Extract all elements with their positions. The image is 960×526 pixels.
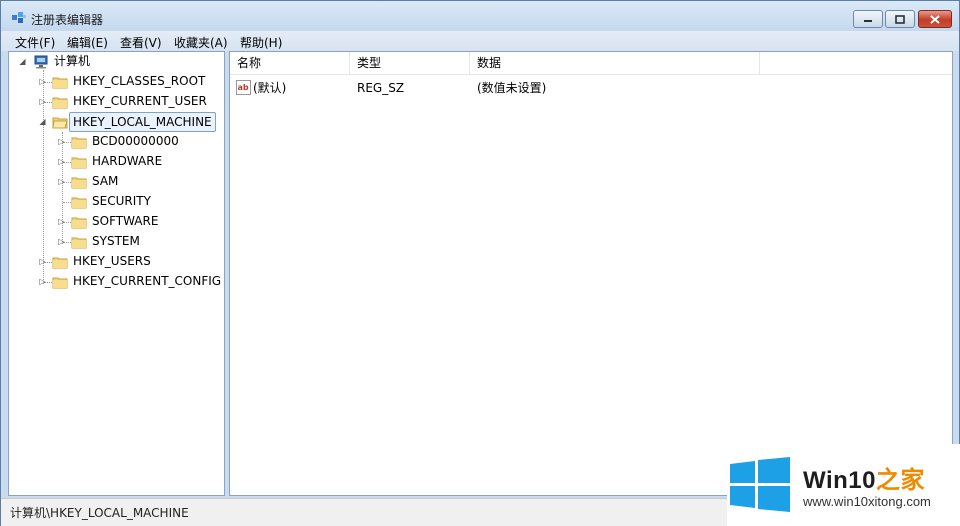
string-value-icon: ab — [236, 80, 251, 95]
expand-arrow-icon[interactable]: ▷ — [38, 92, 47, 112]
value-name-cell[interactable]: (默认) — [253, 80, 286, 96]
maximize-button[interactable] — [885, 10, 915, 28]
tree-node-label-selected: HKEY_LOCAL_MACHINE — [69, 112, 216, 132]
menu-help[interactable]: 帮助(H) — [240, 34, 282, 51]
menu-edit[interactable]: 编辑(E) — [67, 34, 108, 51]
tree-node-label: HKEY_CURRENT_USER — [73, 94, 207, 108]
title-bar[interactable]: 注册表编辑器 — [1, 1, 959, 31]
tree-node-label: HKEY_CURRENT_CONFIG — [73, 274, 222, 288]
expand-arrow-icon[interactable]: ▷ — [38, 252, 47, 272]
svg-text:ab: ab — [238, 83, 249, 92]
registry-app-icon — [12, 12, 26, 23]
minimize-icon — [864, 20, 872, 22]
folder-icon — [71, 137, 87, 149]
expand-arrow-icon[interactable]: ▷ — [57, 212, 66, 232]
expand-arrow-icon[interactable]: ▷ — [57, 152, 66, 172]
column-header-type[interactable]: 类型 — [350, 52, 470, 74]
menu-favorites[interactable]: 收藏夹(A) — [174, 34, 228, 51]
folder-open-icon — [52, 117, 68, 129]
menu-file[interactable]: 文件(F) — [15, 34, 55, 51]
status-path: 计算机\HKEY_LOCAL_MACHINE — [10, 506, 189, 520]
tree-node-label: 计算机 — [54, 54, 91, 68]
minimize-button[interactable] — [853, 10, 883, 28]
tree-node-label: SAM — [92, 174, 119, 188]
menu-bar: 文件(F) 编辑(E) 查看(V) 收藏夹(A) 帮助(H) — [1, 31, 959, 51]
watermark-brand: Win10之家 — [803, 460, 925, 495]
value-type-cell: REG_SZ — [357, 81, 405, 95]
tree-node-label: HKEY_CLASSES_ROOT — [73, 74, 206, 88]
tree-node-computer[interactable]: ◢ 计算机 — [9, 52, 224, 72]
tree-node-hkey-classes-root[interactable]: ▷ HKEY_CLASSES_ROOT — [9, 72, 224, 92]
folder-icon — [52, 97, 68, 109]
tree-node-label: SECURITY — [92, 194, 151, 208]
watermark-brand-main: Win10 — [803, 467, 876, 494]
expand-arrow-icon[interactable]: ▷ — [38, 272, 47, 292]
folder-icon — [71, 237, 87, 249]
tree-node-hkey-current-user[interactable]: ▷ HKEY_CURRENT_USER — [9, 92, 224, 112]
expand-arrow-icon[interactable]: ▷ — [57, 132, 66, 152]
maximize-icon — [895, 14, 905, 24]
column-header-data[interactable]: 数据 — [470, 52, 760, 74]
expand-arrow-icon[interactable]: ▷ — [57, 172, 66, 192]
tree-node-label: HARDWARE — [92, 154, 163, 168]
folder-icon — [71, 177, 87, 189]
tree-node-security[interactable]: SECURITY — [9, 192, 224, 212]
collapse-arrow-icon[interactable]: ◢ — [38, 112, 47, 132]
tree-node-sam[interactable]: ▷ SAM — [9, 172, 224, 192]
watermark-brand-suffix: 之家 — [875, 467, 925, 494]
tree-node-software[interactable]: ▷ SOFTWARE — [9, 212, 224, 232]
tree-node-hkey-current-config[interactable]: ▷ HKEY_CURRENT_CONFIG — [9, 272, 224, 292]
window-title: 注册表编辑器 — [31, 13, 104, 27]
windows-logo-icon — [730, 457, 790, 512]
tree-node-label: HKEY_USERS — [73, 254, 151, 268]
folder-icon — [52, 277, 68, 289]
expand-arrow-icon[interactable]: ▷ — [38, 72, 47, 92]
tree-node-label: SYSTEM — [92, 234, 140, 248]
folder-icon — [71, 157, 87, 169]
tree-node-hkey-users[interactable]: ▷ HKEY_USERS — [9, 252, 224, 272]
expand-arrow-icon[interactable]: ▷ — [57, 232, 66, 252]
folder-icon — [71, 197, 87, 209]
tree-node-system[interactable]: ▷ SYSTEM — [9, 232, 224, 252]
menu-view[interactable]: 查看(V) — [120, 34, 162, 51]
tree-node-bcd[interactable]: ▷ BCD00000000 — [9, 132, 224, 152]
computer-icon — [34, 55, 48, 69]
close-icon — [930, 14, 940, 24]
collapse-arrow-icon[interactable]: ◢ — [18, 52, 27, 72]
column-header-name[interactable]: 名称 — [230, 52, 350, 74]
header-divider — [230, 74, 952, 75]
tree-node-hkey-local-machine[interactable]: ◢ HKEY_LOCAL_MACHINE — [9, 112, 224, 132]
registry-tree[interactable]: ◢ 计算机 ▷ HKEY_CLASSES_ROOT ▷ HKEY_CURRENT… — [8, 51, 225, 496]
tree-node-label: SOFTWARE — [92, 214, 159, 228]
close-button[interactable] — [918, 10, 952, 28]
values-list[interactable]: 名称 类型 数据 ab (默认) REG_SZ (数值未设置) — [229, 51, 953, 496]
watermark: Win10之家 www.win10xitong.com — [727, 444, 960, 526]
watermark-url: www.win10xitong.com — [803, 494, 931, 509]
tree-node-label: BCD00000000 — [92, 134, 179, 148]
folder-icon — [52, 77, 68, 89]
folder-icon — [71, 217, 87, 229]
tree-node-hardware[interactable]: ▷ HARDWARE — [9, 152, 224, 172]
value-data-cell: (数值未设置) — [477, 81, 547, 95]
folder-icon — [52, 257, 68, 269]
